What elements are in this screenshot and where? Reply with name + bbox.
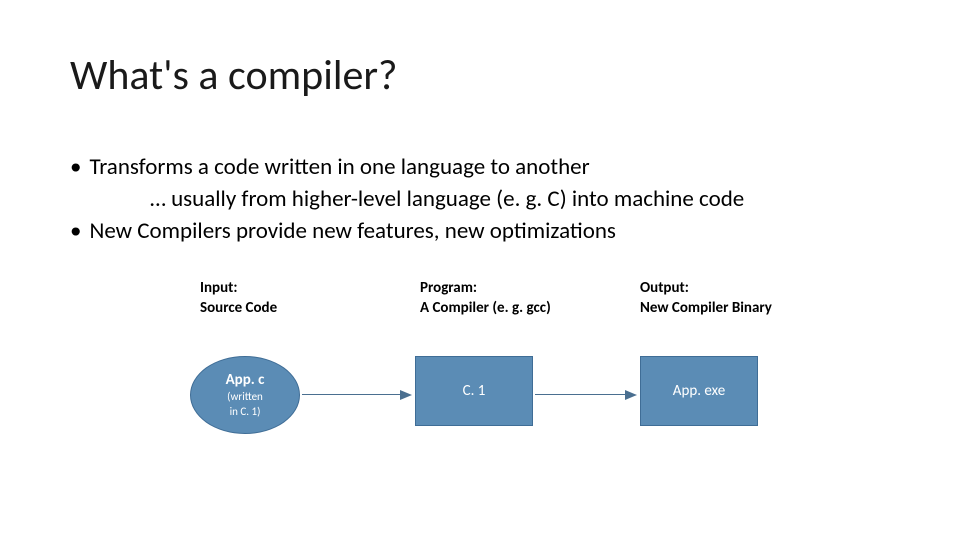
label-line: New Compiler Binary: [640, 298, 840, 318]
bullet-subtext: … usually from higher-level language (e.…: [70, 183, 890, 215]
bullet-dot-icon: •: [70, 215, 81, 247]
page-title: What's a compiler?: [70, 50, 890, 101]
label-line: A Compiler (e. g. gcc): [420, 298, 610, 318]
label-line: Input:: [200, 278, 350, 298]
compiler-diagram: Input: Source Code Program: A Compiler (…: [190, 278, 890, 478]
bullet-list: • Transforms a code written in one langu…: [70, 151, 890, 248]
program-label: Program: A Compiler (e. g. gcc): [420, 278, 610, 319]
compiler-node: C. 1: [415, 356, 533, 426]
node-sublabel: (written: [227, 391, 263, 403]
bullet-dot-icon: •: [70, 151, 81, 183]
arrow-icon: [535, 390, 637, 400]
bullet-text: New Compilers provide new features, new …: [89, 215, 615, 247]
node-label: C. 1: [463, 382, 486, 400]
node-label: App. exe: [673, 382, 725, 400]
input-label: Input: Source Code: [200, 278, 350, 319]
slide: What's a compiler? • Transforms a code w…: [0, 0, 960, 540]
bullet-item: • New Compilers provide new features, ne…: [70, 215, 890, 247]
output-label: Output: New Compiler Binary: [640, 278, 840, 319]
bullet-item: • Transforms a code written in one langu…: [70, 151, 890, 183]
source-code-node: App. c (written in C. 1): [190, 356, 300, 434]
node-label: App. c: [226, 371, 265, 389]
arrow-icon: [302, 390, 412, 400]
label-line: Output:: [640, 278, 840, 298]
label-line: Source Code: [200, 298, 350, 318]
bullet-text: Transforms a code written in one languag…: [89, 151, 589, 183]
node-sublabel: in C. 1): [230, 406, 261, 418]
label-line: Program:: [420, 278, 610, 298]
output-node: App. exe: [640, 356, 758, 426]
